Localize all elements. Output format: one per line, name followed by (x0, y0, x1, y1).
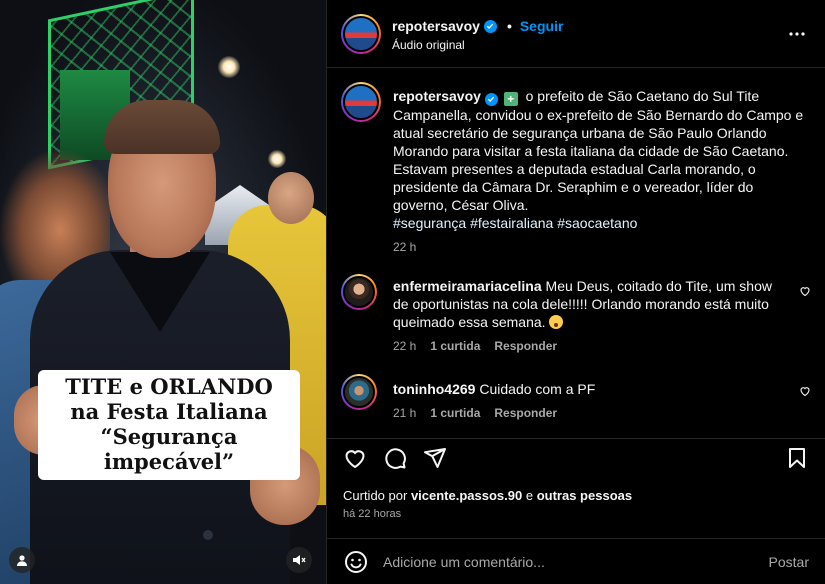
liked-by-and: e (525, 488, 534, 503)
comment-likes[interactable]: 1 curtida (430, 339, 480, 353)
send-icon (424, 448, 446, 468)
like-comment-button[interactable] (799, 284, 811, 302)
hashtag-link[interactable]: #segurança (393, 215, 466, 231)
heart-outline-icon (800, 287, 810, 297)
save-button[interactable] (785, 446, 809, 470)
sticker-line: “Segurança impecável” (100, 424, 238, 474)
liked-by-summary: Curtido por vicente.passos.90 e outras p… (343, 488, 632, 503)
user-icon (17, 555, 27, 566)
flood-light (268, 150, 286, 168)
speaker-muted-icon (293, 555, 306, 565)
post-header: repotersavoy • Seguir Áudio original (327, 0, 825, 68)
plus-emoji-icon: + (503, 92, 518, 106)
more-icon (789, 32, 805, 36)
bookmark-icon (789, 448, 805, 468)
action-icons (343, 446, 447, 470)
caption-hashtags: #segurança #festairaliana #saocaetano (393, 215, 637, 231)
sticker-line: na Festa Italiana (70, 399, 268, 424)
comment-time: 21 h (393, 406, 417, 420)
smiley-icon (345, 551, 367, 573)
original-audio-link[interactable]: Áudio original (392, 38, 465, 52)
commenter-avatar[interactable] (341, 274, 377, 310)
author-username[interactable]: repotersavoy (392, 18, 480, 34)
liked-by-user-link[interactable]: vicente.passos.90 (411, 488, 522, 503)
post-comment-button[interactable]: Postar (769, 554, 809, 570)
video-text-sticker: TITE e ORLANDO na Festa Italiana “Segura… (38, 370, 300, 480)
caption-time: 22 h (393, 240, 417, 254)
comment-likes[interactable]: 1 curtida (430, 406, 480, 420)
caption-author-avatar[interactable] (341, 82, 381, 122)
liked-by-prefix: Curtido por (343, 488, 408, 503)
hashtag-link[interactable]: #saocaetano (557, 215, 637, 231)
like-button[interactable] (343, 446, 367, 470)
liked-by-others-link[interactable]: outras pessoas (537, 488, 632, 503)
comments-thread[interactable]: repotersavoy + o prefeito de São Caetano… (327, 68, 825, 438)
caption-meta: 22 h (393, 240, 811, 254)
more-options-button[interactable] (787, 24, 807, 44)
comment-button[interactable] (383, 446, 407, 470)
flood-light (218, 56, 240, 78)
comment-text: Cuidado com a PF (479, 381, 596, 397)
author-avatar[interactable] (341, 14, 381, 54)
comment-text-block: toninho4269 Cuidado com a PF (393, 374, 783, 398)
comment-meta: 21 h 1 curtida Responder (393, 406, 811, 420)
comment-item: toninho4269 Cuidado com a PF 21 h 1 curt… (341, 374, 811, 420)
coat-button (203, 530, 213, 540)
post-actions: Curtido por vicente.passos.90 e outras p… (327, 438, 825, 548)
follow-button[interactable]: Seguir (520, 18, 564, 34)
post-timestamp[interactable]: há 22 horas (343, 508, 401, 520)
reply-button[interactable]: Responder (494, 339, 557, 353)
reply-button[interactable]: Responder (494, 406, 557, 420)
comment-bubble-icon (385, 448, 406, 469)
heart-outline-icon (800, 387, 810, 397)
caption-username[interactable]: repotersavoy (393, 88, 481, 104)
verified-badge-icon (484, 92, 498, 106)
comment-time: 22 h (393, 339, 417, 353)
post-video[interactable]: TITE e ORLANDO na Festa Italiana “Segura… (0, 0, 326, 584)
like-comment-button[interactable] (799, 384, 811, 402)
share-button[interactable] (423, 446, 447, 470)
comment-item: enfermeiramariacelina Meu Deus, coitado … (341, 274, 811, 353)
hashtag-link[interactable]: #festairaliana (470, 215, 553, 231)
caption-text-block: repotersavoy + o prefeito de São Caetano… (393, 82, 811, 232)
astonished-face-emoji-icon (549, 315, 564, 329)
author-row: repotersavoy • Seguir (392, 18, 563, 34)
comment-username[interactable]: toninho4269 (393, 381, 475, 397)
commenter-avatar[interactable] (341, 374, 377, 410)
post-caption: repotersavoy + o prefeito de São Caetano… (341, 82, 811, 254)
main-person-hair (104, 100, 220, 154)
caption-text: o prefeito de São Caetano do Sul Tite Ca… (393, 88, 804, 213)
heart-icon (345, 450, 365, 469)
comment-username[interactable]: enfermeiramariacelina (393, 278, 542, 294)
tagged-users-button[interactable] (9, 547, 35, 573)
person-head (268, 172, 314, 224)
separator-dot: • (506, 18, 512, 34)
verified-badge-icon (483, 19, 497, 33)
comment-input[interactable] (383, 549, 743, 575)
add-comment-bar: Postar (327, 538, 825, 584)
emoji-picker-button[interactable] (344, 550, 368, 574)
post-details-panel: repotersavoy • Seguir Áudio original rep… (326, 0, 825, 584)
mute-button[interactable] (286, 547, 312, 573)
comment-meta: 22 h 1 curtida Responder (393, 339, 811, 353)
comment-text-block: enfermeiramariacelina Meu Deus, coitado … (393, 274, 783, 331)
sticker-line: TITE e ORLANDO (65, 374, 273, 399)
